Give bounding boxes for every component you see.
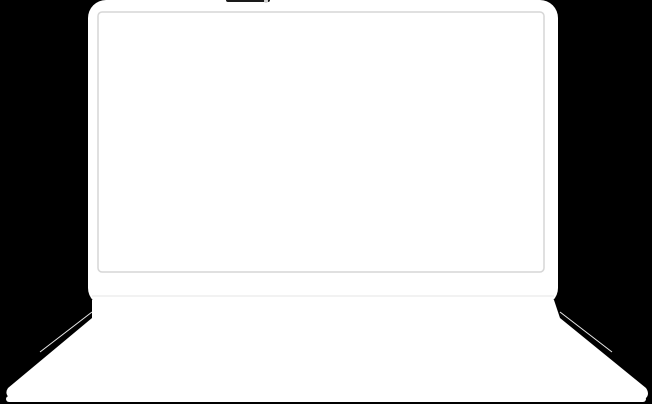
laptop-base <box>6 300 648 398</box>
laptop-icon <box>6 0 648 402</box>
laptop-screen <box>97 11 545 273</box>
laptop-illustration <box>0 0 652 404</box>
laptop-base-lip <box>6 396 646 402</box>
webcam-icon <box>226 0 270 2</box>
